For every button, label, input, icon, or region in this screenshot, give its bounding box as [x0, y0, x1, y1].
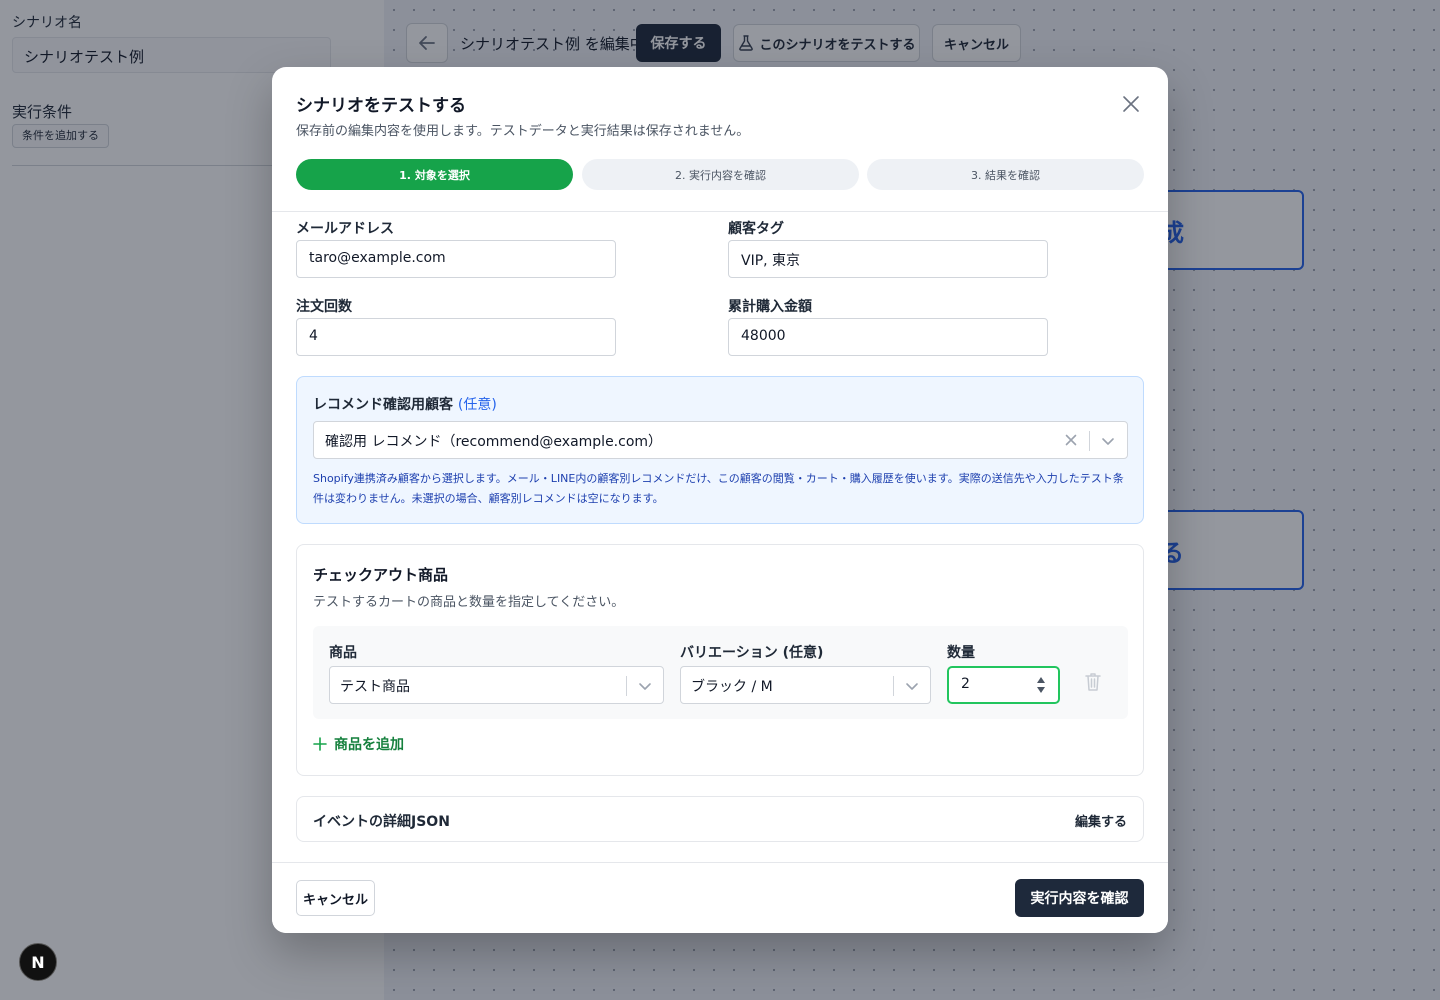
- order-count-label: 注文回数: [296, 299, 352, 315]
- event-json-panel[interactable]: イベントの詳細JSON 編集する: [296, 796, 1144, 842]
- step-select-target[interactable]: 1. 対象を選択: [296, 159, 573, 190]
- customer-tag-field[interactable]: VIP, 東京: [728, 240, 1048, 278]
- product-select[interactable]: テスト商品: [329, 666, 664, 704]
- close-icon: [1123, 96, 1139, 112]
- select-separator: [626, 676, 627, 696]
- edit-json-button[interactable]: 編集する: [1075, 811, 1127, 830]
- dialog-body: メールアドレス taro@example.com 顧客タグ VIP, 東京 注文…: [272, 212, 1168, 862]
- recommend-customer-select[interactable]: 確認用 レコメンド（recommend@example.com）: [313, 421, 1128, 459]
- checkout-description: テストするカートの商品と数量を指定してください。: [313, 595, 625, 610]
- total-purchase-label: 累計購入金額: [728, 299, 812, 315]
- email-label: メールアドレス: [296, 221, 394, 237]
- quantity-value: 2: [961, 676, 970, 692]
- variation-value: ブラック / M: [691, 679, 773, 695]
- add-product-button[interactable]: 商品を追加: [313, 734, 404, 754]
- confirm-execution-button[interactable]: 実行内容を確認: [1015, 879, 1144, 917]
- quantity-stepper[interactable]: 2: [947, 666, 1060, 704]
- recommend-title-text: レコメンド確認用顧客: [313, 397, 453, 413]
- variation-select[interactable]: ブラック / M: [680, 666, 931, 704]
- checkout-product-row: 商品 テスト商品 バリエーション (任意) ブラック / M 数量 2: [313, 626, 1128, 719]
- dialog-title: シナリオをテストする: [296, 96, 466, 116]
- total-purchase-field[interactable]: 48000: [728, 318, 1048, 356]
- variation-label: バリエーション (任意): [680, 645, 824, 661]
- chevron-down-icon[interactable]: [904, 678, 920, 694]
- quantity-label: 数量: [947, 645, 975, 661]
- recommend-help-text: Shopify連携済み顧客から選択します。メール・LINE内の顧客別レコメンドだ…: [313, 472, 1124, 505]
- step-check-result[interactable]: 3. 結果を確認: [867, 159, 1144, 190]
- product-label: 商品: [329, 645, 357, 661]
- order-count-field[interactable]: 4: [296, 318, 616, 356]
- select-separator: [1089, 431, 1090, 451]
- event-json-title: イベントの詳細JSON: [313, 814, 450, 830]
- trash-icon[interactable]: [1083, 671, 1103, 693]
- dialog-header: シナリオをテストする 保存前の編集内容を使用します。テストデータと実行結果は保存…: [272, 67, 1168, 212]
- chevron-down-icon[interactable]: [1100, 433, 1116, 449]
- close-button[interactable]: [1118, 91, 1144, 117]
- nextjs-badge[interactable]: N: [19, 943, 57, 981]
- clear-icon[interactable]: [1062, 431, 1080, 449]
- select-separator: [893, 676, 894, 696]
- email-field[interactable]: taro@example.com: [296, 240, 616, 278]
- product-value: テスト商品: [340, 679, 410, 695]
- plus-icon: [313, 737, 327, 751]
- cancel-button[interactable]: キャンセル: [296, 880, 375, 916]
- test-scenario-dialog: シナリオをテストする 保存前の編集内容を使用します。テストデータと実行結果は保存…: [272, 67, 1168, 933]
- recommend-selected-value: 確認用 レコメンド（recommend@example.com）: [325, 434, 663, 450]
- customer-tag-label: 顧客タグ: [728, 221, 784, 237]
- recommend-optional: (任意): [457, 397, 497, 413]
- recommend-title: レコメンド確認用顧客 (任意): [313, 394, 497, 414]
- add-product-label: 商品を追加: [334, 737, 404, 753]
- step-confirm-content[interactable]: 2. 実行内容を確認: [582, 159, 859, 190]
- dialog-footer: キャンセル 実行内容を確認: [272, 862, 1168, 933]
- recommend-customer-panel: レコメンド確認用顧客 (任意) 確認用 レコメンド（recommend@exam…: [296, 376, 1144, 524]
- chevron-down-icon[interactable]: [637, 678, 653, 694]
- checkout-products-panel: チェックアウト商品 テストするカートの商品と数量を指定してください。 商品 テス…: [296, 544, 1144, 776]
- checkout-title: チェックアウト商品: [313, 566, 449, 584]
- dialog-description: 保存前の編集内容を使用します。テストデータと実行結果は保存されません。: [296, 124, 750, 139]
- spinner-arrows-icon[interactable]: [1036, 674, 1046, 696]
